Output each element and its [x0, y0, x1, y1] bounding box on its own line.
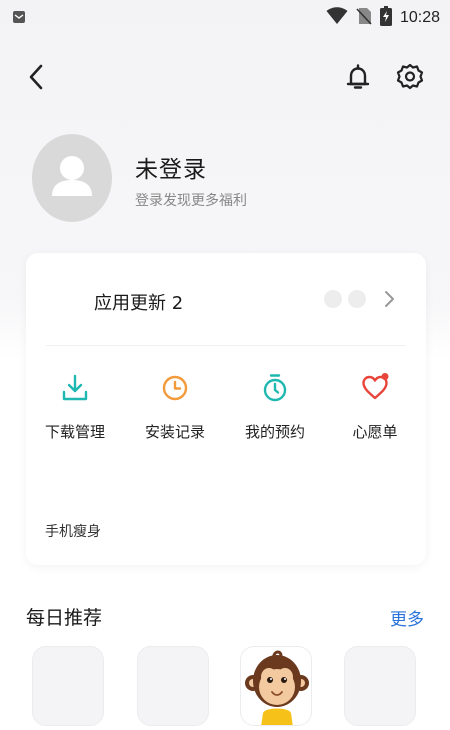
my-reservations-label: 我的预约 [244, 423, 305, 441]
recommended-app-tile[interactable] [344, 646, 416, 726]
app-updates-label: 应用更新 2 [94, 293, 184, 314]
notification-icon [12, 9, 26, 28]
stopwatch-icon [263, 374, 287, 402]
download-icon [62, 374, 88, 401]
download-manager-label: 下载管理 [44, 423, 105, 441]
wishlist-button[interactable]: 心愿单 [329, 373, 421, 445]
my-apps-card: 应用更新 2 下载管理 安装记录 我的预约 心愿单 手机瘦身 [26, 253, 426, 565]
top-nav [0, 56, 450, 100]
gear-icon [396, 63, 424, 90]
wishlist-label: 心愿单 [352, 423, 398, 441]
phone-cleanup-label: 手机瘦身 [45, 524, 101, 540]
more-link[interactable]: 更多 [390, 605, 424, 630]
chevron-right-icon [385, 291, 394, 307]
install-history-label: 安装记录 [144, 423, 205, 441]
divider [46, 345, 406, 346]
user-placeholder-icon [52, 156, 92, 196]
download-manager-button[interactable]: 下载管理 [29, 373, 121, 445]
status-bar: 10:28 [0, 0, 450, 34]
recommended-app-tile[interactable] [137, 646, 209, 726]
phone-cleanup-row[interactable]: 手机瘦身 [26, 505, 426, 551]
status-time: 10:28 [399, 9, 440, 26]
heart-icon [362, 373, 389, 400]
update-app-icon [324, 290, 342, 308]
wifi-icon [326, 7, 348, 29]
notifications-button[interactable] [343, 62, 373, 92]
settings-button[interactable] [395, 62, 425, 92]
app-updates-row[interactable]: 应用更新 2 [26, 253, 426, 345]
chevron-left-icon [29, 64, 43, 90]
profile-name: 未登录 [135, 157, 207, 183]
clock-icon [162, 375, 188, 401]
bell-icon [346, 64, 370, 89]
no-sim-icon [356, 7, 372, 29]
profile-subtitle: 登录发现更多福利 [135, 193, 247, 209]
battery-charging-icon [379, 6, 392, 30]
install-history-button[interactable]: 安装记录 [129, 373, 221, 445]
avatar[interactable] [32, 134, 112, 222]
recommended-app-tile[interactable] [32, 646, 104, 726]
recommended-app-tile[interactable] [240, 646, 312, 726]
daily-recommend-title: 每日推荐 [26, 607, 103, 629]
profile-header[interactable]: 未登录 登录发现更多福利 [32, 134, 432, 224]
monkey-mascot-icon [245, 650, 309, 725]
my-reservations-button[interactable]: 我的预约 [229, 373, 321, 445]
back-button[interactable] [22, 62, 52, 92]
update-app-icon [348, 290, 366, 308]
